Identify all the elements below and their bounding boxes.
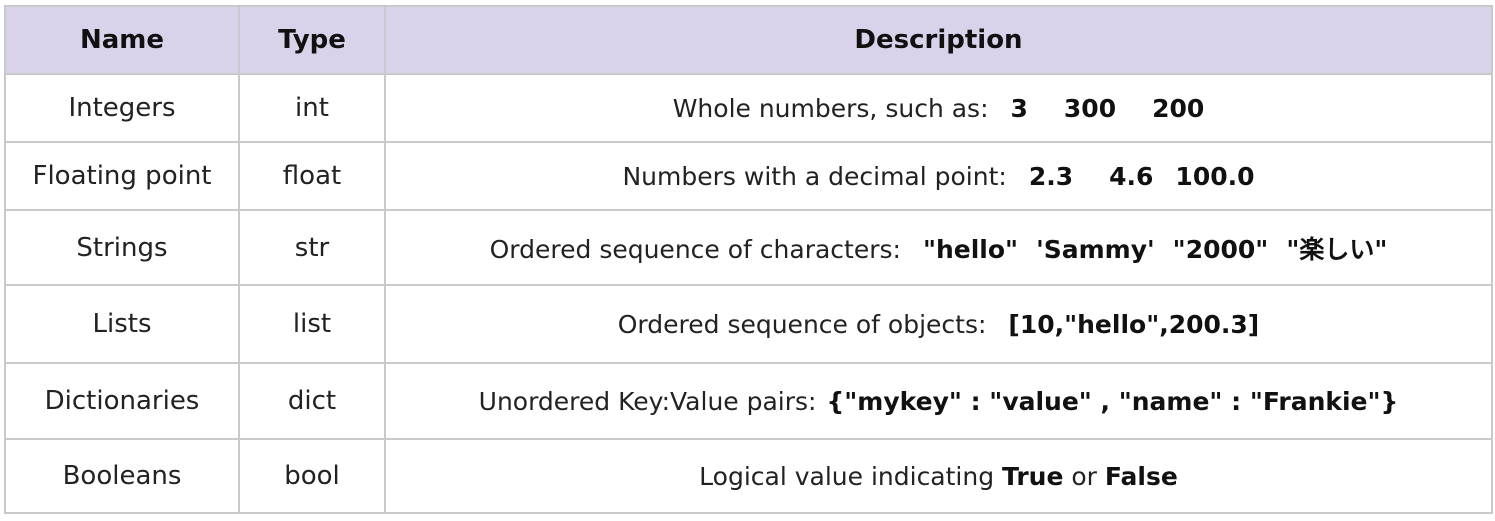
- example-value: {"mykey" : "value" , "name" : "Frankie"}: [826, 386, 1399, 416]
- example-value: 3: [1010, 93, 1028, 123]
- type-cell: float: [238, 141, 386, 211]
- table-row: Floating point float Numbers with a deci…: [4, 141, 1493, 211]
- table-row: Dictionaries dict Unordered Key:Value pa…: [4, 362, 1493, 440]
- type-cell: bool: [238, 438, 386, 514]
- example-value: "hello": [922, 234, 1019, 264]
- description-text: Numbers with a decimal point:: [622, 161, 1007, 191]
- table-row: Lists list Ordered sequence of objects: […: [4, 284, 1493, 364]
- name-cell: Lists: [4, 284, 240, 364]
- type-cell: list: [238, 284, 386, 364]
- data-types-table: Name Type Description Integers int Whole…: [4, 5, 1493, 514]
- type-cell: dict: [238, 362, 386, 440]
- description-text: Ordered sequence of objects:: [617, 309, 987, 339]
- description-cell: Logical value indicating True or False: [384, 438, 1493, 514]
- example-value: 300: [1063, 93, 1117, 123]
- type-cell: int: [238, 73, 386, 143]
- header-description: Description: [384, 5, 1493, 75]
- table-row: Strings str Ordered sequence of characte…: [4, 209, 1493, 286]
- description-cell: Whole numbers, such as: 3 300 200: [384, 73, 1493, 143]
- name-cell: Booleans: [4, 438, 240, 514]
- description-text: Logical value indicating: [699, 461, 995, 491]
- description-text: Ordered sequence of characters:: [489, 234, 901, 264]
- description-cell: Unordered Key:Value pairs: {"mykey" : "va…: [384, 362, 1493, 440]
- name-cell: Dictionaries: [4, 362, 240, 440]
- table-row: Integers int Whole numbers, such as: 3 300…: [4, 73, 1493, 143]
- example-value: 'Sammy': [1036, 234, 1155, 264]
- description-text: Unordered Key:Value pairs:: [478, 386, 817, 416]
- example-value: 200: [1152, 93, 1205, 123]
- name-cell: Integers: [4, 73, 240, 143]
- description-cell: Ordered sequence of objects: [10,"hello",…: [384, 284, 1493, 364]
- or-word: or: [1071, 461, 1097, 491]
- true-keyword: True: [1002, 461, 1064, 491]
- description-text: Whole numbers, such as:: [672, 93, 989, 123]
- header-name: Name: [4, 5, 240, 75]
- description-cell: Numbers with a decimal point: 2.3 4.6 100.0: [384, 141, 1493, 211]
- example-value: "楽しい": [1286, 234, 1388, 264]
- example-value: 100.0: [1175, 161, 1255, 191]
- example-value: "2000": [1172, 234, 1269, 264]
- header-type: Type: [238, 5, 386, 75]
- example-value: 2.3: [1028, 161, 1074, 191]
- table-row: Booleans bool Logical value indicating T…: [4, 438, 1493, 514]
- header-row: Name Type Description: [4, 5, 1493, 75]
- name-cell: Floating point: [4, 141, 240, 211]
- example-value: [10,"hello",200.3]: [1008, 309, 1260, 339]
- name-cell: Strings: [4, 209, 240, 286]
- example-value: 4.6: [1109, 161, 1154, 191]
- false-keyword: False: [1104, 461, 1178, 491]
- description-cell: Ordered sequence of characters: "hello" 'S…: [384, 209, 1493, 286]
- type-cell: str: [238, 209, 386, 286]
